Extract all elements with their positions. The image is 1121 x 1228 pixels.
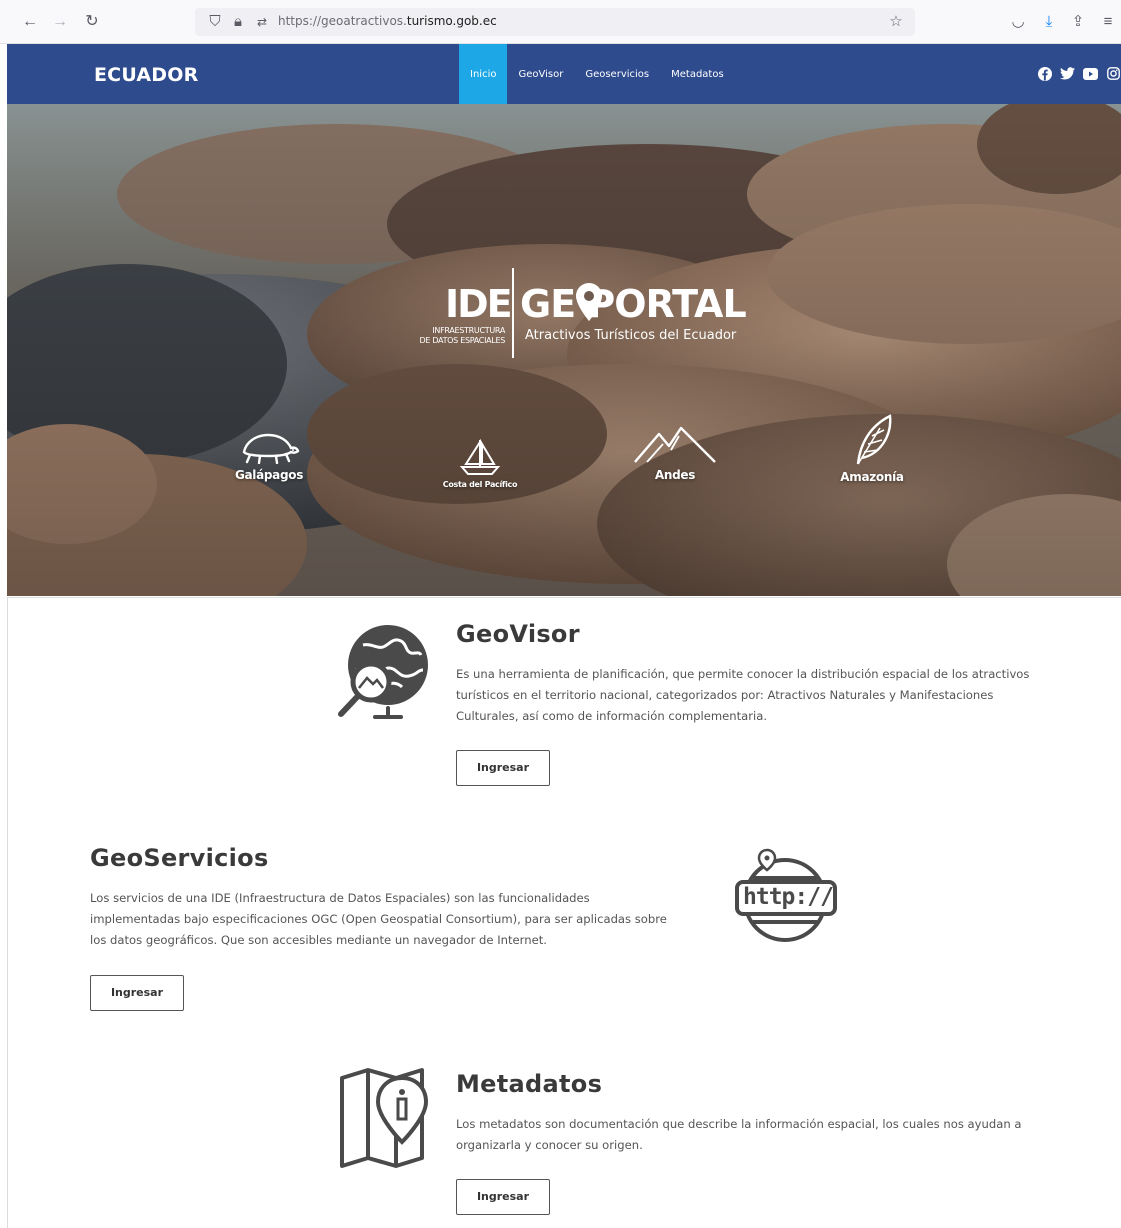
nav-item-inicio[interactable]: Inicio bbox=[459, 44, 508, 104]
facebook-icon[interactable] bbox=[1037, 66, 1052, 81]
region-label: Amazonía bbox=[840, 470, 904, 484]
globe-magnifier-icon bbox=[338, 625, 428, 719]
logo-divider bbox=[512, 268, 514, 358]
shield-icon[interactable]: ⛉ bbox=[205, 12, 225, 32]
logo-geoportal-subtitle: Atractivos Turísticos del Ecuador bbox=[525, 328, 737, 343]
metadatos-ingresar-button[interactable]: Ingresar bbox=[456, 1179, 550, 1215]
lock-icon[interactable]: 🔒︎ bbox=[228, 12, 248, 32]
region-label: Andes bbox=[654, 468, 696, 482]
forward-arrow-icon[interactable]: → bbox=[50, 12, 70, 32]
hero-banner: IDE INFRAESTRUCTURA DE DATOS ESPACIALES … bbox=[7, 104, 1121, 596]
url-text[interactable]: https://geoatractivos.turismo.gob.ec bbox=[278, 14, 497, 28]
region-andes[interactable]: Andes bbox=[627, 424, 723, 482]
nav-item-geovisor[interactable]: GeoVisor bbox=[507, 44, 574, 104]
geovisor-description: Es una herramienta de planificación, que… bbox=[456, 667, 1030, 723]
region-amazonia[interactable]: Amazonía bbox=[827, 414, 917, 484]
geovisor-title: GeoVisor bbox=[456, 620, 580, 648]
ide-geoportal-logo: IDE INFRAESTRUCTURA DE DATOS ESPACIALES … bbox=[407, 268, 747, 360]
social-links bbox=[1037, 66, 1121, 81]
region-galapagos[interactable]: Galápagos bbox=[229, 430, 309, 482]
turtle-icon bbox=[242, 433, 300, 464]
back-arrow-icon[interactable]: ← bbox=[20, 12, 40, 32]
sailboat-icon bbox=[459, 438, 501, 475]
geoservicios-title: GeoServicios bbox=[90, 844, 269, 872]
geoservicios-ingresar-button[interactable]: Ingresar bbox=[90, 975, 184, 1011]
metadatos-title: Metadatos bbox=[456, 1070, 603, 1098]
leaf-icon bbox=[856, 414, 892, 465]
main-nav: Inicio GeoVisor Geoservicios Metadatos bbox=[459, 44, 735, 104]
permissions-icon[interactable]: ⇄ bbox=[252, 12, 272, 32]
http-globe-icon: http:// bbox=[733, 848, 843, 944]
services-section: GeoVisor Es una herramienta de planifica… bbox=[7, 597, 1121, 1228]
region-label: Costa del Pacífico bbox=[442, 480, 518, 489]
logo-geoportal-text: GE PORTAL bbox=[520, 282, 747, 326]
region-costa-del-pacifico[interactable]: Costa del Pacífico bbox=[425, 438, 535, 489]
bookmark-star-icon[interactable]: ☆ bbox=[886, 12, 906, 32]
logo-ide-subtitle: INFRAESTRUCTURA DE DATOS ESPACIALES bbox=[419, 326, 505, 345]
pocket-icon[interactable]: ◡ bbox=[1008, 12, 1028, 32]
geovisor-ingresar-button[interactable]: Ingresar bbox=[456, 750, 550, 786]
site-header: ECUADOR Inicio GeoVisor Geoservicios Met… bbox=[7, 44, 1121, 104]
nav-item-metadatos[interactable]: Metadatos bbox=[660, 44, 735, 104]
brand-logo[interactable]: ECUADOR bbox=[94, 64, 198, 86]
menu-icon[interactable]: ≡ bbox=[1098, 12, 1118, 32]
map-info-icon bbox=[340, 1068, 429, 1168]
instagram-icon[interactable] bbox=[1106, 66, 1121, 81]
http-label: http:// bbox=[743, 884, 834, 910]
region-label: Galápagos bbox=[234, 468, 304, 482]
twitter-icon[interactable] bbox=[1060, 66, 1075, 81]
geoservicios-description: Los servicios de una IDE (Infraestructur… bbox=[90, 891, 667, 947]
download-icon[interactable]: ⤓ bbox=[1039, 12, 1059, 32]
reload-icon[interactable]: ↻ bbox=[82, 12, 102, 32]
logo-ide-text: IDE bbox=[445, 282, 513, 326]
share-icon[interactable]: ⇪ bbox=[1068, 12, 1088, 32]
mountains-icon bbox=[634, 426, 716, 463]
metadatos-description: Los metadatos son documentación que desc… bbox=[456, 1117, 1022, 1152]
youtube-icon[interactable] bbox=[1083, 66, 1098, 81]
nav-item-geoservicios[interactable]: Geoservicios bbox=[574, 44, 660, 104]
browser-toolbar: ← → ↻ ⛉ 🔒︎ ⇄ https://geoatractivos.turis… bbox=[0, 0, 1121, 44]
map-pin-icon bbox=[576, 283, 602, 321]
